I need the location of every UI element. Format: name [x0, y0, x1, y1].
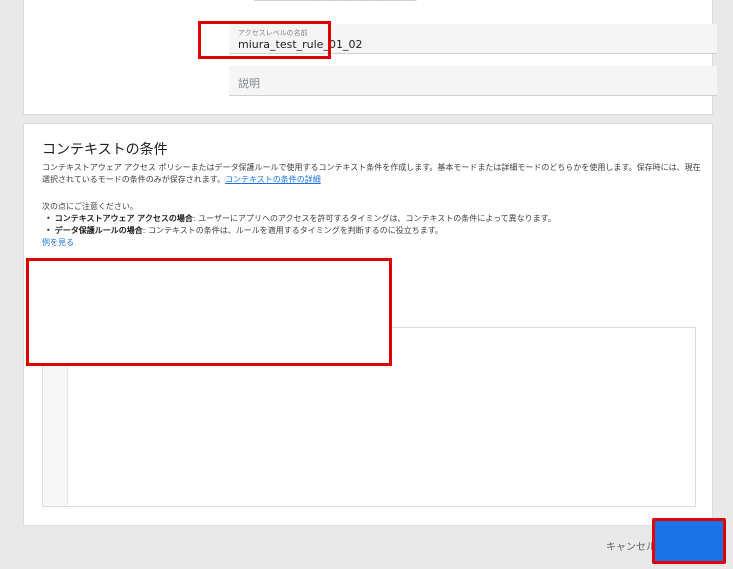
- context-description-text: コンテキストアウェア アクセス ポリシーまたはデータ保護ルールで使用するコンテキ…: [42, 163, 701, 184]
- create-button[interactable]: 作成: [662, 534, 714, 556]
- tab-advanced[interactable]: 詳細: [138, 267, 230, 293]
- page: ────────────────────────────── アクセスレベルの名…: [0, 0, 733, 569]
- context-learn-more-link[interactable]: コンテキストの条件の詳細: [225, 175, 321, 184]
- cel-expression[interactable]: levels.miura_test_rule_01_eyyurk5v && le…: [71, 333, 379, 343]
- truncated-text: ──────────────────────────────: [254, 0, 417, 6]
- cel-description-text: 条件を、Common Expression Language（CEL）を使用して…: [42, 307, 317, 316]
- bullet-dlp-text: : コンテキストの条件は、ルールを適用するタイミングを判断するのに役立ちます。: [142, 226, 443, 235]
- note-heading: 次の点にご注意ください。: [42, 202, 138, 211]
- editor-gutter: 1: [43, 328, 68, 506]
- mode-tabs: 基本 詳細: [48, 267, 273, 293]
- access-level-card: ────────────────────────────── アクセスレベルの名…: [23, 0, 717, 115]
- cel-description: 条件を、Common Expression Language（CEL）を使用して…: [42, 306, 335, 317]
- access-level-name-label: アクセスレベルの名前: [238, 29, 308, 37]
- tab-basic[interactable]: 基本: [48, 267, 138, 293]
- note-bullets: コンテキストアウェア アクセスの場合: ユーザーにアプリへのアクセスを許可するタ…: [46, 213, 556, 237]
- bullet-caa: コンテキストアウェア アクセスの場合: ユーザーにアプリへのアクセスを許可するタ…: [46, 213, 556, 225]
- access-level-name-field[interactable]: アクセスレベルの名前 miura_test_rule_01_02: [229, 24, 717, 54]
- cel-learn-more-link[interactable]: 詳細: [319, 307, 335, 316]
- cancel-button[interactable]: キャンセル: [606, 538, 656, 553]
- bullet-caa-bold: コンテキストアウェア アクセスの場合: [54, 214, 193, 223]
- bullet-caa-text: : ユーザーにアプリへのアクセスを許可するタイミングは、コンテキストの条件によっ…: [192, 214, 556, 223]
- tabs-divider: [48, 293, 258, 294]
- context-description: コンテキストアウェア アクセス ポリシーまたはデータ保護ルールで使用するコンテキ…: [42, 162, 702, 186]
- cel-editor[interactable]: 1 levels.miura_test_rule_01_eyyurk5v && …: [42, 327, 696, 507]
- context-title: コンテキストの条件: [42, 142, 168, 158]
- bullet-dlp-bold: データ保護ルールの場合: [54, 226, 143, 235]
- description-placeholder: 説明: [238, 77, 260, 90]
- bullet-dlp: データ保護ルールの場合: コンテキストの条件は、ルールを適用するタイミングを判断…: [46, 225, 556, 237]
- examples-link[interactable]: 例を見る: [42, 237, 74, 248]
- context-conditions-card: コンテキストの条件 コンテキストアウェア アクセス ポリシーまたはデータ保護ルー…: [23, 123, 713, 526]
- description-field[interactable]: 説明: [229, 66, 717, 96]
- access-level-name-value: miura_test_rule_01_02: [238, 38, 363, 51]
- line-number: 1: [56, 334, 61, 343]
